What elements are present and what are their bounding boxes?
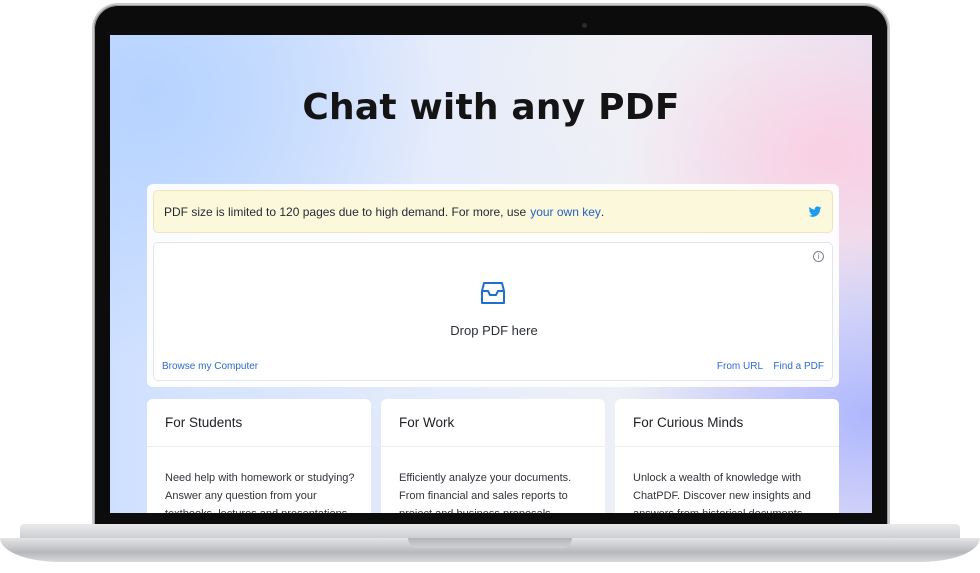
page-title: Chat with any PDF	[302, 87, 680, 128]
card-description: Need help with homework or studying? Ans…	[165, 472, 355, 513]
twitter-icon[interactable]	[808, 205, 822, 219]
drop-pdf-label: Drop PDF here	[450, 323, 538, 338]
card-description: Efficiently analyze your documents. From…	[399, 472, 572, 513]
from-url-link[interactable]: From URL	[717, 361, 763, 372]
upload-panel: PDF size is limited to 120 pages due to …	[147, 184, 839, 387]
card-work: For Work Efficiently analyze your docume…	[381, 399, 605, 513]
inbox-icon	[481, 282, 505, 304]
page-limit-notice: PDF size is limited to 120 pages due to …	[153, 190, 833, 233]
card-title: For Work	[381, 399, 605, 447]
source-links: From URL Find a PDF	[709, 361, 824, 372]
pdf-drop-zone[interactable]: i Drop PDF here Browse my Computer From …	[153, 242, 833, 381]
card-students: For Students Need help with homework or …	[147, 399, 371, 513]
card-description: Unlock a wealth of knowledge with ChatPD…	[633, 472, 811, 513]
own-key-link[interactable]: your own key	[530, 205, 601, 219]
card-curious-minds: For Curious Minds Unlock a wealth of kno…	[615, 399, 839, 513]
laptop-base	[0, 524, 980, 568]
card-title: For Curious Minds	[615, 399, 839, 447]
browser-screen: Chat with any PDF PDF size is limited to…	[110, 35, 872, 513]
card-title: For Students	[147, 399, 371, 447]
info-icon[interactable]: i	[813, 251, 824, 262]
find-pdf-link[interactable]: Find a PDF	[773, 361, 824, 372]
camera-dot	[582, 23, 587, 28]
browse-computer-link[interactable]: Browse my Computer	[162, 361, 258, 372]
opening-notch	[408, 538, 572, 548]
notice-text: PDF size is limited to 120 pages due to …	[164, 204, 527, 219]
notice-period: .	[600, 204, 605, 219]
